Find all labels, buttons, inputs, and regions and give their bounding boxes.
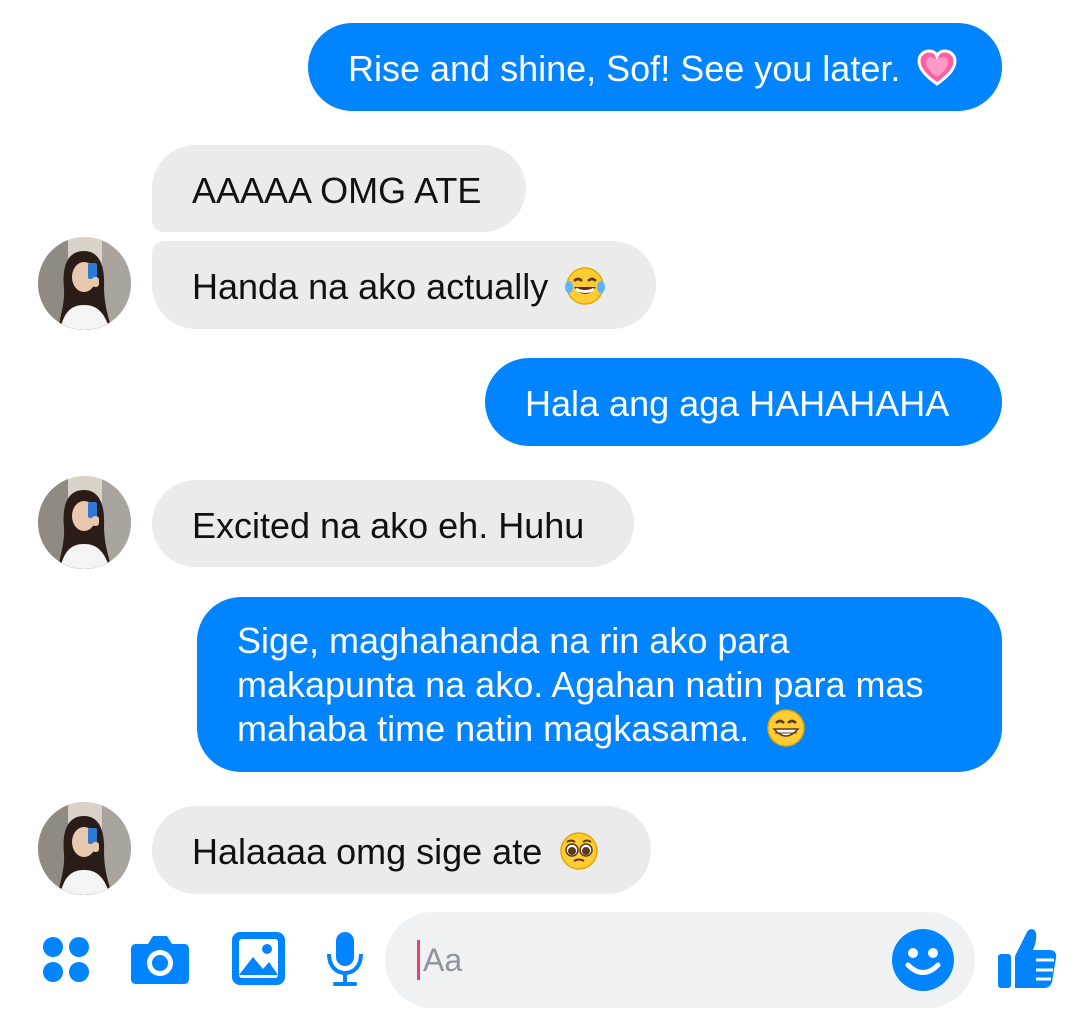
tears-of-joy-emoji	[565, 267, 606, 306]
message-text: AAAAA OMG ATE	[192, 170, 482, 211]
growing-heart-emoji	[917, 49, 957, 87]
message-text: Halaaaa omg sige ate	[192, 831, 543, 872]
message-bubble-sent[interactable]: Sige, maghahanda na rin ako para makapun…	[197, 597, 1002, 772]
message-text: Handa na ako actually	[192, 266, 549, 307]
message-bubble-received[interactable]: Handa na ako actually	[152, 241, 656, 329]
thumbs-up-icon[interactable]	[996, 926, 1058, 990]
contact-avatar[interactable]	[38, 802, 131, 895]
text-cursor	[417, 940, 420, 980]
message-bubble-sent[interactable]: Hala ang aga HAHAHAHA	[485, 358, 1002, 446]
message-text-line: mahaba time natin magkasama.	[237, 707, 1002, 752]
contact-avatar[interactable]	[38, 237, 131, 330]
message-input-placeholder: Aa	[423, 942, 463, 978]
message-bubble-received[interactable]: AAAAA OMG ATE	[152, 145, 526, 232]
emoji-icon[interactable]	[891, 928, 955, 992]
apps-icon[interactable]	[40, 935, 92, 985]
message-text-line: Sige, maghahanda na rin ako para	[237, 620, 790, 661]
microphone-icon[interactable]	[325, 930, 365, 988]
contact-avatar[interactable]	[38, 476, 131, 569]
message-input[interactable]: Aa	[385, 912, 975, 1008]
message-text: Hala ang aga HAHAHAHA	[525, 383, 950, 424]
camera-icon[interactable]	[130, 930, 190, 986]
message-text-line: makapunta na ako. Agahan natin para mas	[237, 664, 924, 705]
message-bubble-sent[interactable]: Rise and shine, Sof! See you later.	[308, 23, 1002, 111]
pleading-face-emoji	[560, 832, 598, 871]
grinning-face-emoji	[767, 709, 806, 748]
message-text: mahaba time natin magkasama.	[237, 708, 750, 749]
message-text: Excited na ako eh. Huhu	[192, 505, 585, 546]
message-text: Rise and shine, Sof! See you later.	[348, 48, 901, 89]
message-bubble-received[interactable]: Halaaaa omg sige ate	[152, 806, 651, 894]
gallery-icon[interactable]	[231, 931, 286, 986]
message-bubble-received[interactable]: Excited na ako eh. Huhu	[152, 480, 634, 567]
